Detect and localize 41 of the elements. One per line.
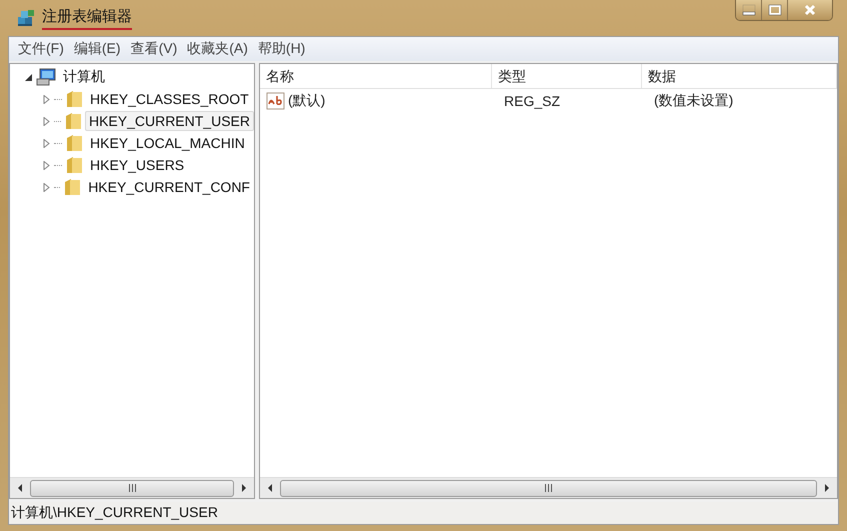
column-header[interactable]: 类型 xyxy=(492,64,642,88)
scrollbar-thumb[interactable] xyxy=(280,480,817,496)
folder-icon xyxy=(65,90,83,108)
menu-item[interactable]: 查看(V) xyxy=(126,38,182,60)
tree-item[interactable]: HKEY_USERS xyxy=(86,155,188,175)
table-cell: (默认) xyxy=(288,92,326,110)
grip-icon xyxy=(128,484,136,492)
folder-icon xyxy=(65,134,83,152)
column-header[interactable]: 名称 xyxy=(260,64,492,88)
close-icon xyxy=(803,4,817,16)
tree-item[interactable]: HKEY_CLASSES_ROOT xyxy=(86,89,253,109)
computer-icon xyxy=(36,68,56,86)
close-button[interactable] xyxy=(788,0,832,20)
window-title: 注册表编辑器 xyxy=(42,6,132,30)
tree-item[interactable]: HKEY_CURRENT_USER xyxy=(84,111,254,131)
maximize-icon xyxy=(768,4,782,16)
folder-icon xyxy=(64,112,82,130)
left-arrow-icon xyxy=(17,484,23,492)
tree-item[interactable]: 计算机 xyxy=(59,66,109,88)
table-cell-text: (数值未设置) xyxy=(653,92,734,110)
grip-icon xyxy=(544,484,553,492)
menu-item[interactable]: 编辑(E) xyxy=(68,38,126,60)
right-arrow-icon xyxy=(241,484,247,492)
registry-icon xyxy=(16,8,36,28)
scrollbar-thumb[interactable] xyxy=(30,480,234,496)
right-arrow-icon xyxy=(824,484,830,492)
folder-icon xyxy=(63,178,82,196)
column-header[interactable]: 数据 xyxy=(642,64,837,88)
status-bar-path: 计算机\HKEY_CURRENT_USER xyxy=(11,504,218,522)
string-value-icon xyxy=(266,92,286,110)
menu-item[interactable]: 收藏夹(A) xyxy=(182,38,253,60)
left-arrow-icon xyxy=(267,484,273,492)
minimize-icon xyxy=(742,4,756,16)
menu-item[interactable]: 文件(F) xyxy=(13,38,69,60)
table-cell-text: REG_SZ xyxy=(503,93,562,109)
tree-item[interactable]: HKEY_LOCAL_MACHIN xyxy=(86,133,249,153)
maximize-button[interactable] xyxy=(762,0,788,20)
tree-item[interactable]: HKEY_CURRENT_CONF xyxy=(84,177,254,197)
folder-icon xyxy=(65,156,83,174)
minimize-button[interactable] xyxy=(736,0,762,20)
menu-item[interactable]: 帮助(H) xyxy=(252,38,310,60)
